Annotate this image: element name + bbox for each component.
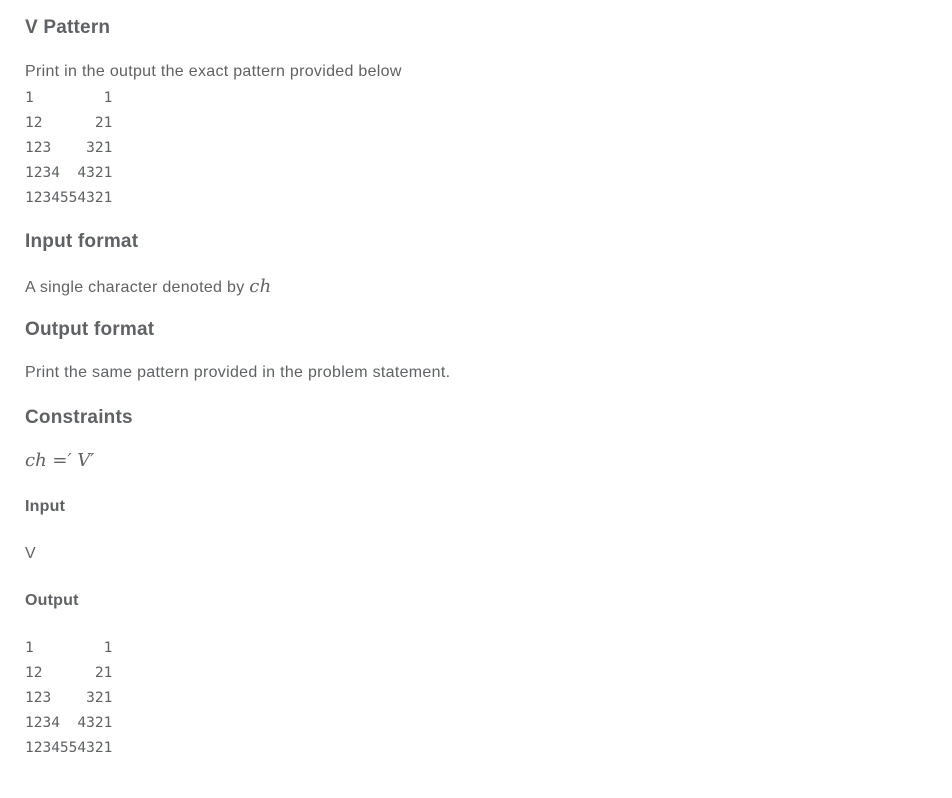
problem-statement: Print in the output the exact pattern pr… bbox=[25, 63, 402, 80]
input-format-text: A single character denoted by ch bbox=[25, 276, 272, 297]
input-format-heading: Input format bbox=[25, 231, 139, 252]
input-format-math: ch bbox=[249, 276, 272, 297]
input-format-description: A single character denoted by bbox=[25, 279, 250, 296]
statement-pattern: 1 1 12 21 123 321 1234 4321 1234554321 bbox=[25, 90, 113, 206]
sample-output-value: 1 1 12 21 123 321 1234 4321 1234554321 bbox=[25, 640, 113, 756]
sample-output-label: Output bbox=[25, 592, 79, 609]
output-format-text: Print the same pattern provided in the p… bbox=[25, 364, 451, 381]
sample-input-value: V bbox=[25, 545, 36, 562]
constraints-math: ch =′ V′ bbox=[25, 450, 95, 471]
constraints-heading: Constraints bbox=[25, 407, 133, 428]
problem-title: V Pattern bbox=[25, 17, 111, 38]
sample-input-label: Input bbox=[25, 498, 66, 515]
output-format-heading: Output format bbox=[25, 319, 155, 340]
